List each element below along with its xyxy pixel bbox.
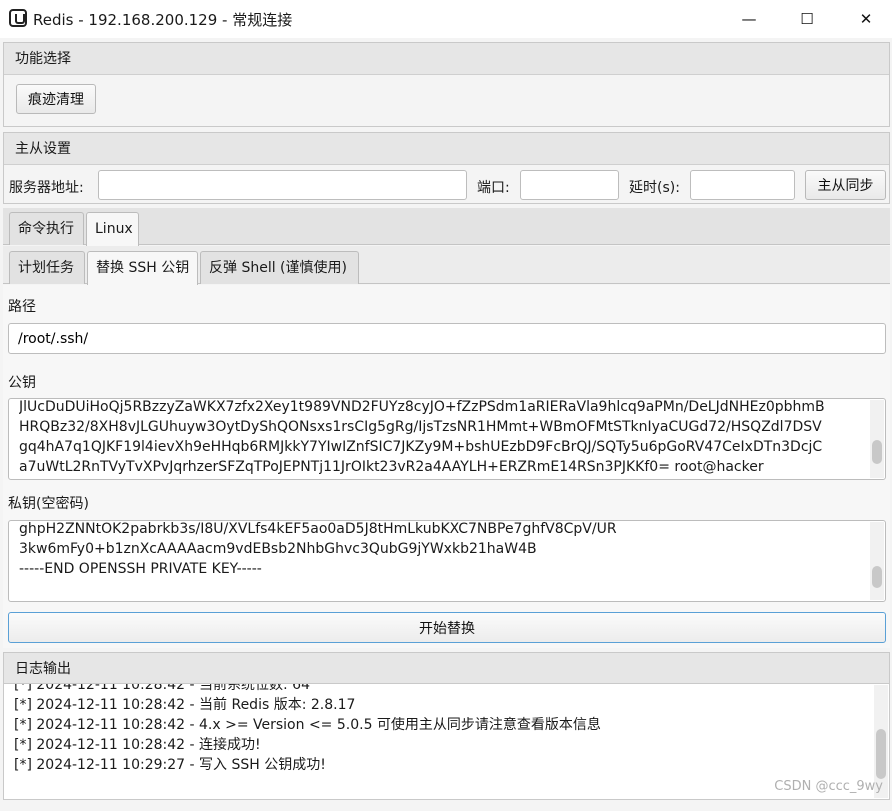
port-input[interactable] xyxy=(520,170,619,200)
private-key-textarea[interactable]: ghpH2ZNNtOK2pabrkb3s/I8U/XVLfs4kEF5ao0aD… xyxy=(8,520,886,602)
csdn-watermark: CSDN @ccc_9wy xyxy=(774,779,883,794)
private-key-scroll-thumb[interactable] xyxy=(872,566,882,588)
log-line: [*] 2024-12-11 10:28:42 - 当前 Redis 版本: 2… xyxy=(14,697,356,713)
public-key-line: gq4hA7q1QJKF19l4ievXh9eHHqb6RMJkkY7YIwIZ… xyxy=(19,439,823,455)
log-scroll-thumb[interactable] xyxy=(876,729,886,779)
delay-label: 延时(s): xyxy=(629,180,680,196)
private-key-line: 3kw6mFy0+b1znXcAAAAacm9vdEBsb2NhbGhvc3Qu… xyxy=(19,541,537,557)
public-key-scroll-thumb[interactable] xyxy=(872,440,882,464)
server-address-input[interactable] xyxy=(98,170,467,200)
window-title: Redis - 192.168.200.129 - 常规连接 xyxy=(33,11,293,29)
master-slave-panel-header: 主从设置 xyxy=(4,133,889,165)
clean-traces-button[interactable]: 痕迹清理 xyxy=(16,84,96,114)
tab-reverse-shell[interactable]: 反弹 Shell (谨慎使用) xyxy=(200,251,359,284)
tab-linux[interactable]: Linux xyxy=(86,212,139,246)
log-line: [*] 2024-12-11 10:28:42 - 4.x >= Version… xyxy=(14,717,601,733)
minimize-button[interactable]: — xyxy=(726,0,772,38)
delay-input[interactable] xyxy=(690,170,795,200)
log-panel: 日志输出 xyxy=(3,652,890,685)
private-key-label: 私钥(空密码) xyxy=(8,496,89,512)
private-key-line: -----END OPENSSH PRIVATE KEY----- xyxy=(19,561,262,577)
public-key-textarea[interactable]: JlUcDuDUiHoQj5RBzzyZaWKX7zfx2Xey1t989VND… xyxy=(8,398,886,480)
public-key-scrollbar[interactable] xyxy=(870,400,884,478)
master-slave-sync-button[interactable]: 主从同步 xyxy=(805,170,886,200)
maximize-button[interactable]: ☐ xyxy=(784,0,830,38)
function-panel-header: 功能选择 xyxy=(4,43,889,75)
private-key-scrollbar[interactable] xyxy=(870,522,884,600)
log-line: [*] 2024-12-11 10:28:42 - 当前系统位数: 64 xyxy=(14,683,310,693)
title-bar: Redis - 192.168.200.129 - 常规连接 — ☐ ✕ xyxy=(0,0,892,38)
public-key-line: HRQBz32/8XH8vJLGUhuyw3OytDyShQONsxs1rsCI… xyxy=(19,419,822,435)
redis-app-icon xyxy=(9,9,27,27)
port-label: 端口: xyxy=(477,180,510,196)
log-line: [*] 2024-12-11 10:29:27 - 写入 SSH 公钥成功! xyxy=(14,757,326,773)
close-button[interactable]: ✕ xyxy=(843,0,889,38)
tab-replace-ssh-key[interactable]: 替换 SSH 公钥 xyxy=(87,251,198,285)
tab-command-exec[interactable]: 命令执行 xyxy=(9,212,84,245)
master-slave-panel: 主从设置 服务器地址: 端口: 延时(s): 主从同步 xyxy=(3,132,890,204)
log-output-area[interactable]: [*] 2024-12-11 10:28:42 - 当前系统位数: 64 [*]… xyxy=(3,683,890,800)
function-panel: 功能选择 痕迹清理 xyxy=(3,42,890,127)
private-key-line: ghpH2ZNNtOK2pabrkb3s/I8U/XVLfs4kEF5ao0aD… xyxy=(19,521,617,537)
log-panel-header: 日志输出 xyxy=(4,653,889,685)
tab-cron-task[interactable]: 计划任务 xyxy=(9,251,85,284)
public-key-line: a7uWtL2RnTVyTvXPvJqrhzerSFZqTPoJEPNTj11J… xyxy=(19,459,764,475)
public-key-label: 公钥 xyxy=(8,375,36,391)
path-label: 路径 xyxy=(8,299,36,315)
public-key-line: JlUcDuDUiHoQj5RBzzyZaWKX7zfx2Xey1t989VND… xyxy=(19,399,825,415)
path-input[interactable] xyxy=(8,323,886,354)
log-line: [*] 2024-12-11 10:28:42 - 连接成功! xyxy=(14,737,261,753)
server-address-label: 服务器地址: xyxy=(9,180,84,196)
start-replace-button[interactable]: 开始替换 xyxy=(8,612,886,643)
